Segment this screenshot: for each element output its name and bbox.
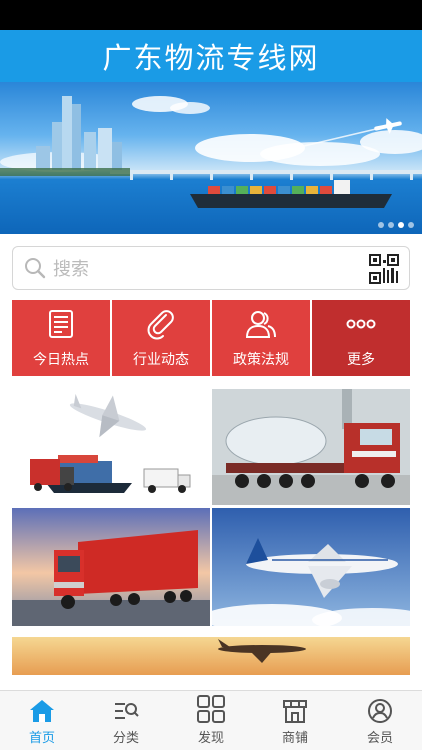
red-truck-sunset-image[interactable]	[12, 508, 210, 626]
quick-nav-label: 行业动态	[133, 352, 189, 368]
shop-icon	[283, 700, 307, 723]
nav-label: 分类	[112, 731, 139, 746]
grid-icon	[197, 695, 225, 723]
passenger-plane-image[interactable]	[212, 508, 410, 626]
app-header: 广东物流专线网	[0, 30, 422, 82]
nav-label: 商铺	[281, 731, 308, 746]
nav-item-shop[interactable]: 商铺	[253, 690, 337, 750]
quick-nav-item-policy[interactable]: 政策法规	[212, 300, 310, 376]
quick-nav-label: 政策法规	[233, 352, 289, 368]
quick-nav-item-more[interactable]: 更多	[312, 300, 410, 376]
carousel-dot[interactable]	[388, 222, 394, 228]
more-dots-icon	[346, 319, 376, 329]
quick-nav-label: 今日热点	[33, 352, 89, 368]
search-input[interactable]	[53, 255, 353, 283]
search-icon	[25, 258, 46, 279]
search-bar[interactable]	[12, 246, 410, 290]
plane-ship-truck-image[interactable]	[12, 389, 210, 505]
nav-item-discover[interactable]: 发现	[169, 690, 253, 750]
nav-item-member[interactable]: 会员	[338, 690, 422, 750]
nav-label: 会员	[366, 731, 393, 746]
newspaper-icon	[49, 310, 73, 338]
quick-nav-item-industry-news[interactable]: 行业动态	[112, 300, 210, 376]
nav-item-category[interactable]: 分类	[84, 690, 168, 750]
banner-carousel[interactable]	[0, 82, 422, 234]
carousel-dot-active[interactable]	[398, 222, 404, 228]
banner-image	[0, 96, 422, 208]
nav-label: 首页	[28, 731, 55, 746]
quick-nav-label: 更多	[347, 352, 375, 368]
quick-nav-item-hot-news[interactable]: 今日热点	[12, 300, 110, 376]
status-bar	[0, 0, 422, 30]
home-icon	[30, 700, 54, 722]
qr-code-scan-icon[interactable]	[369, 254, 399, 284]
category-search-icon	[115, 703, 139, 719]
bottom-nav-items: 首页 分类 发现 商铺 会员	[0, 690, 422, 750]
carousel-dot[interactable]	[408, 222, 414, 228]
heavy-cargo-truck-image[interactable]	[212, 389, 410, 505]
paperclip-icon	[147, 310, 174, 340]
carousel-indicator[interactable]	[378, 222, 414, 228]
nav-item-home[interactable]: 首页	[0, 690, 84, 750]
nav-label: 发现	[197, 731, 224, 746]
quick-nav: 今日热点 行业动态 政策法规 更多	[12, 300, 410, 376]
carousel-dot[interactable]	[378, 222, 384, 228]
user-icon	[368, 699, 392, 723]
page-title: 广东物流专线网	[102, 41, 320, 75]
cargo-plane-sunset-image[interactable]	[12, 637, 410, 675]
people-icon	[245, 311, 276, 338]
